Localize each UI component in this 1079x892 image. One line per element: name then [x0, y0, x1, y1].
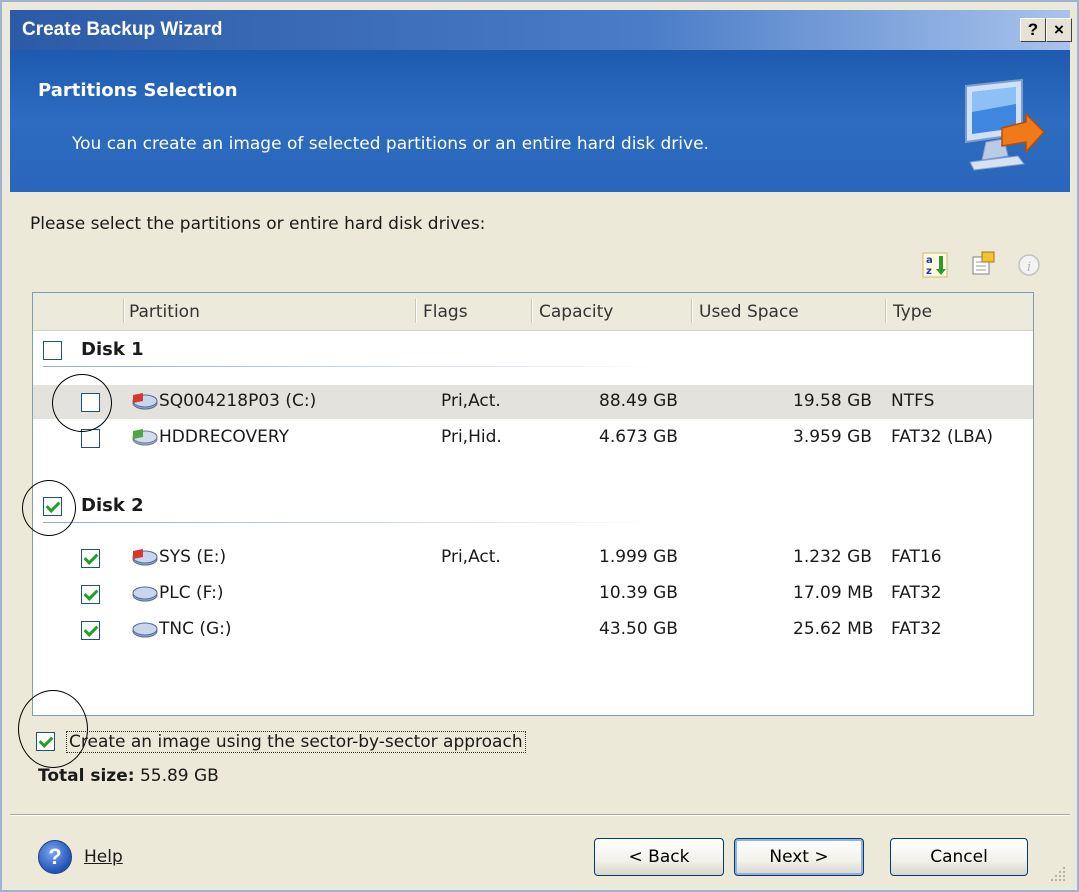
partition-capacity: 10.39 GB: [599, 583, 678, 603]
disk-1-label: Disk 1: [81, 339, 144, 360]
partition-type: NTFS: [891, 391, 935, 411]
partition-sys-checkbox[interactable]: [81, 549, 100, 568]
partition-name: HDDRECOVERY: [159, 427, 289, 447]
column-separator: [531, 299, 532, 323]
cancel-button[interactable]: Cancel: [890, 838, 1028, 876]
partition-capacity: 1.999 GB: [599, 547, 678, 567]
logical-partition-icon: [132, 622, 158, 638]
disk-2-divider: [43, 522, 663, 523]
partition-c-checkbox[interactable]: [81, 393, 100, 412]
partition-row-tnc[interactable]: TNC (G:) 43.50 GB 25.62 MB FAT32: [33, 613, 1033, 647]
column-flags[interactable]: Flags: [423, 302, 468, 322]
disk-1-checkbox[interactable]: [43, 341, 62, 360]
column-partition[interactable]: Partition: [129, 302, 200, 322]
disk-row-disk-2[interactable]: Disk 2: [33, 489, 1033, 525]
partition-hddrecovery-checkbox[interactable]: [81, 429, 100, 448]
next-button[interactable]: Next >: [734, 838, 864, 876]
footer-divider: [10, 814, 1070, 816]
disk-1-divider: [43, 366, 663, 367]
svg-text:a: a: [926, 255, 933, 266]
primary-partition-icon: [132, 393, 158, 410]
svg-text:z: z: [926, 266, 932, 277]
properties-icon[interactable]: [970, 250, 996, 276]
column-separator: [415, 299, 416, 323]
sector-by-sector-label[interactable]: Create an image using the sector-by-sect…: [66, 731, 526, 753]
partition-used-space: 25.62 MB: [793, 619, 874, 639]
total-size-value: 55.89 GB: [139, 766, 219, 786]
partition-used-space: 1.232 GB: [793, 547, 872, 567]
partition-row-hddrecovery[interactable]: HDDRECOVERY Pri,Hid. 4.673 GB 3.959 GB F…: [33, 421, 1033, 455]
logical-partition-icon: [132, 586, 158, 602]
sector-by-sector-checkbox[interactable]: [36, 732, 55, 751]
wizard-header: Partitions Selection You can create an i…: [10, 50, 1070, 192]
title-close-button[interactable]: ×: [1046, 18, 1072, 42]
partition-capacity: 4.673 GB: [599, 427, 678, 447]
back-button[interactable]: < Back: [594, 838, 724, 876]
total-size-label: Total size:: [38, 766, 135, 786]
partition-row-c[interactable]: SQ004218P03 (C:) Pri,Act. 88.49 GB 19.58…: [33, 385, 1033, 419]
partition-type: FAT32: [891, 619, 942, 639]
column-separator: [123, 299, 124, 323]
disk-2-label: Disk 2: [81, 495, 144, 516]
step-title: Partitions Selection: [38, 80, 238, 101]
partition-list[interactable]: Partition Flags Capacity Used Space Type…: [32, 292, 1034, 716]
resize-grip-icon[interactable]: [1048, 864, 1068, 884]
partition-tnc-checkbox[interactable]: [81, 621, 100, 640]
partition-row-plc[interactable]: PLC (F:) 10.39 GB 17.09 MB FAT32: [33, 577, 1033, 611]
sort-az-icon[interactable]: a z: [922, 252, 948, 278]
primary-partition-icon: [132, 549, 158, 566]
backup-wizard-window: Create Backup Wizard ? × Partitions Sele…: [0, 0, 1079, 892]
disk-2-checkbox[interactable]: [43, 497, 62, 516]
step-description: You can create an image of selected part…: [72, 134, 709, 154]
help-label[interactable]: Help: [84, 847, 123, 867]
partition-type: FAT32: [891, 583, 942, 603]
partition-flags: Pri,Hid.: [441, 427, 502, 447]
partition-type: FAT16: [891, 547, 942, 567]
partition-name: TNC (G:): [159, 619, 232, 639]
window-title: Create Backup Wizard: [22, 19, 223, 40]
partition-name: PLC (F:): [159, 583, 224, 603]
column-separator: [885, 299, 886, 323]
help-icon[interactable]: ?: [38, 840, 72, 874]
monitor-with-arrow-icon: [965, 78, 1046, 171]
partition-flags: Pri,Act.: [441, 391, 501, 411]
column-type[interactable]: Type: [893, 302, 932, 322]
disk-row-disk-1[interactable]: Disk 1: [33, 333, 1033, 369]
partition-type: FAT32 (LBA): [891, 427, 993, 447]
hidden-partition-icon: [132, 429, 158, 446]
partition-list-header: Partition Flags Capacity Used Space Type: [33, 293, 1033, 331]
title-bar[interactable]: Create Backup Wizard ? ×: [10, 10, 1072, 50]
partition-plc-checkbox[interactable]: [81, 585, 100, 604]
title-help-button[interactable]: ?: [1020, 18, 1046, 42]
column-separator: [691, 299, 692, 323]
selection-prompt: Please select the partitions or entire h…: [30, 214, 486, 234]
partition-name: SYS (E:): [159, 547, 227, 567]
partition-capacity: 43.50 GB: [599, 619, 678, 639]
partition-used-space: 19.58 GB: [793, 391, 872, 411]
partition-capacity: 88.49 GB: [599, 391, 678, 411]
partition-used-space: 17.09 MB: [793, 583, 874, 603]
partition-used-space: 3.959 GB: [793, 427, 872, 447]
partition-row-sys[interactable]: SYS (E:) Pri,Act. 1.999 GB 1.232 GB FAT1…: [33, 541, 1033, 575]
svg-text:i: i: [1027, 260, 1031, 275]
partition-name: SQ004218P03 (C:): [159, 391, 317, 411]
column-capacity[interactable]: Capacity: [539, 302, 613, 322]
partition-flags: Pri,Act.: [441, 547, 501, 567]
column-used-space[interactable]: Used Space: [699, 302, 799, 322]
info-icon[interactable]: i: [1016, 252, 1042, 278]
total-size: Total size: 55.89 GB: [38, 766, 219, 786]
